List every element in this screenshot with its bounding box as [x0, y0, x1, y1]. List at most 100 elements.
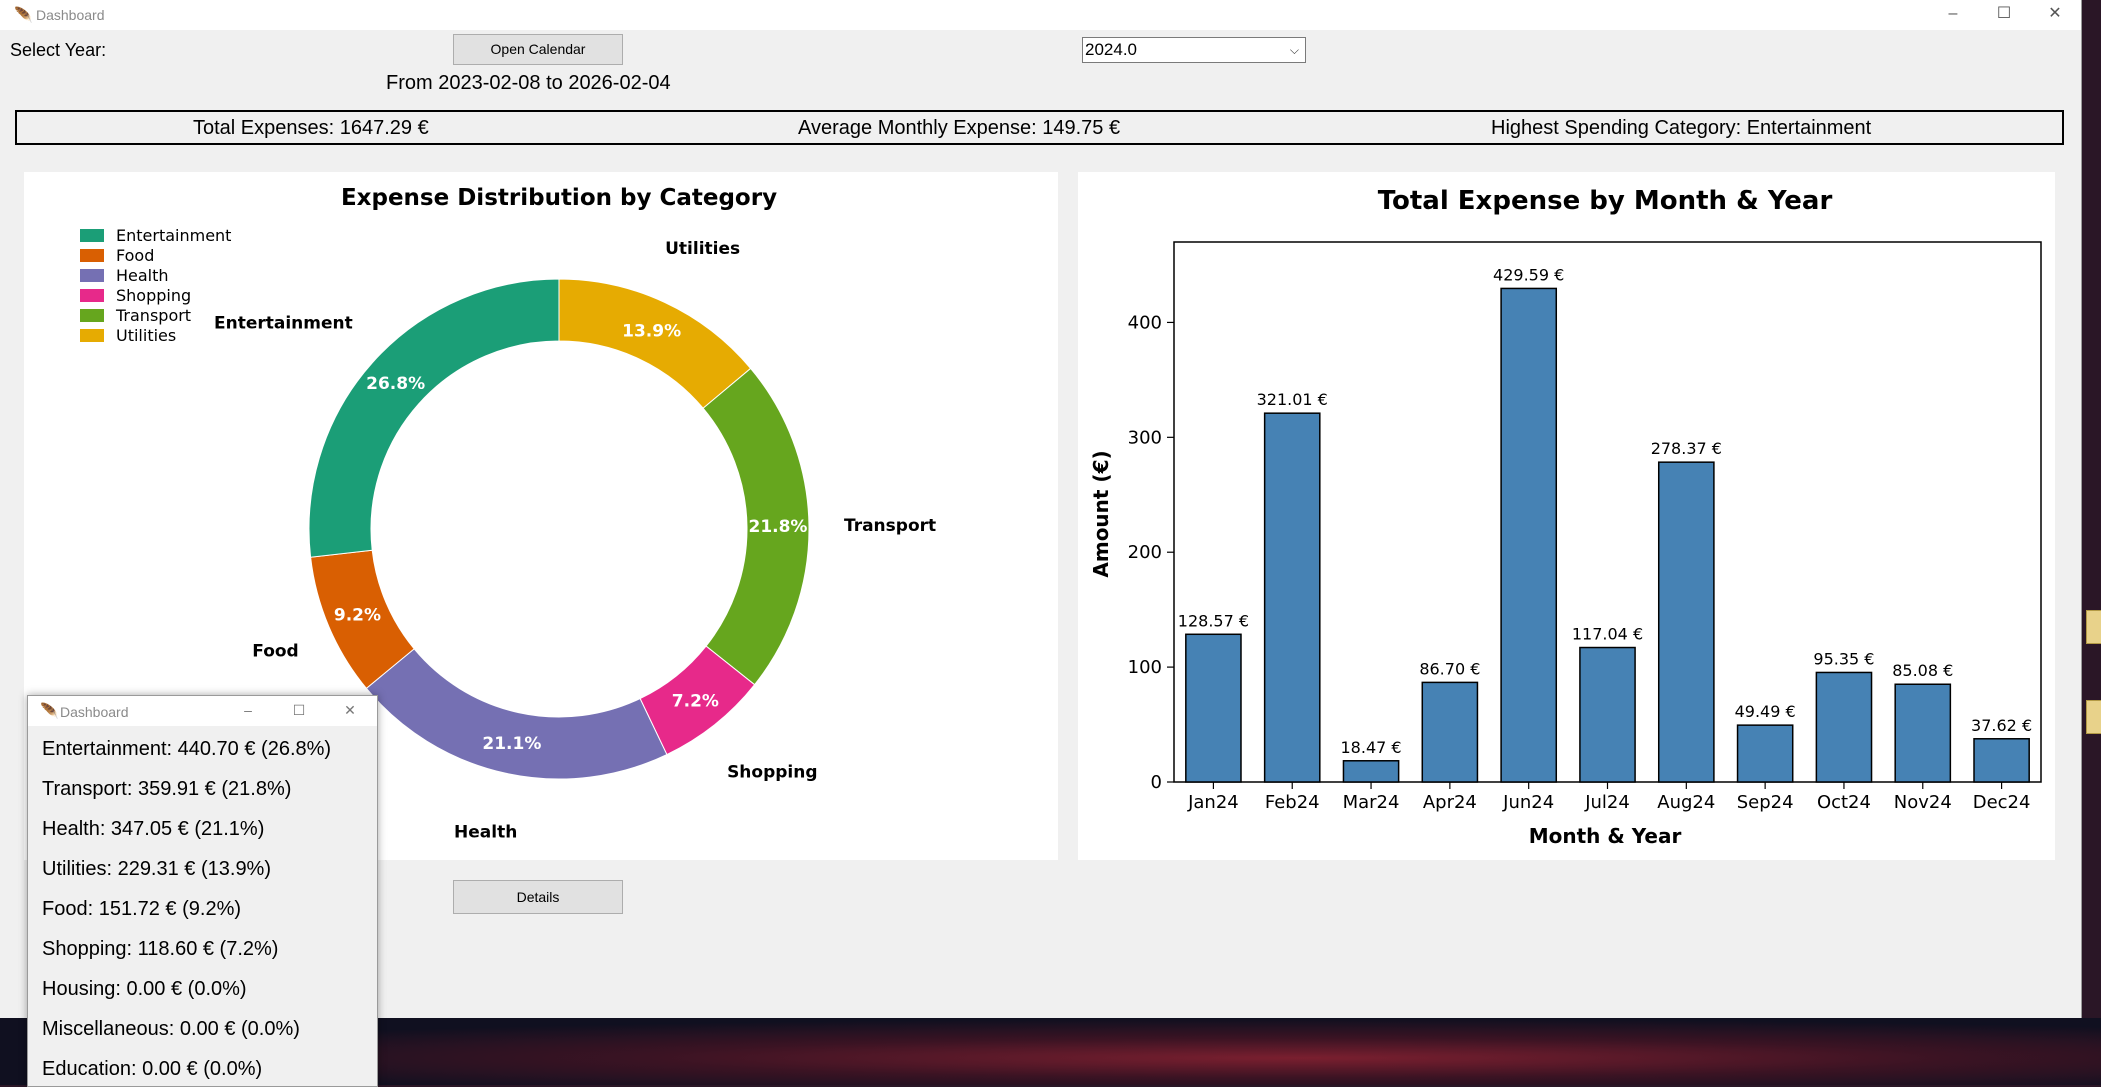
- popup-title-bar[interactable]: 🪶 Dashboard – ☐ ✕: [28, 696, 377, 726]
- desktop-file-icon[interactable]: [2086, 700, 2101, 734]
- x-tick-label: Jul24: [1584, 792, 1630, 813]
- chevron-down-icon[interactable]: ⌵: [1290, 38, 1299, 62]
- popup-minimize-button[interactable]: –: [223, 696, 273, 726]
- x-tick-label: Feb24: [1265, 792, 1320, 813]
- legend-swatch: [80, 229, 104, 242]
- bar-value-label: 117.04 €: [1572, 625, 1643, 644]
- legend-label: Entertainment: [116, 226, 231, 245]
- window-title: Dashboard: [36, 7, 105, 23]
- popup-category-line: Entertainment: 440.70 € (26.8%): [42, 738, 332, 760]
- bar: [1894, 683, 1952, 783]
- y-tick-label: 300: [1128, 427, 1162, 448]
- y-tick-label: 100: [1128, 657, 1162, 678]
- y-tick-label: 200: [1128, 542, 1162, 563]
- bar-value-label: 37.62 €: [1971, 716, 2032, 735]
- average-monthly-expense: Average Monthly Expense: 149.75 €: [798, 117, 1121, 139]
- bar: [1736, 724, 1794, 783]
- pie-slice-percent: 7.2%: [672, 691, 719, 711]
- x-tick-label: Aug24: [1657, 792, 1715, 813]
- legend-label: Utilities: [116, 326, 176, 345]
- pie-legend: EntertainmentFoodHealthShoppingTransport…: [80, 226, 231, 345]
- legend-swatch: [80, 289, 104, 302]
- select-year-label: Select Year:: [10, 40, 107, 60]
- x-tick-label: Dec24: [1973, 792, 2031, 813]
- pie-chart-title: Expense Distribution by Category: [341, 185, 777, 211]
- popup-category-line: Health: 347.05 € (21.1%): [42, 818, 265, 840]
- feather-icon: 🪶: [14, 7, 33, 24]
- close-button[interactable]: ✕: [2030, 0, 2080, 30]
- open-calendar-button[interactable]: Open Calendar: [453, 34, 623, 65]
- x-tick-label: Mar24: [1343, 792, 1400, 813]
- legend-label: Food: [116, 246, 154, 265]
- legend-swatch: [80, 309, 104, 322]
- bar-value-label: 49.49 €: [1735, 702, 1796, 721]
- pie-slice-percent: 26.8%: [366, 374, 425, 394]
- summary-bar: Total Expenses: 1647.29 € Average Monthl…: [15, 110, 2064, 145]
- pie-slice-label: Food: [252, 641, 298, 661]
- legend-swatch: [80, 329, 104, 342]
- details-popup-window: 🪶 Dashboard – ☐ ✕ Entertainment: 440.70 …: [27, 695, 378, 1087]
- pie-slice-percent: 13.9%: [622, 322, 681, 342]
- year-select[interactable]: 2024.0 ⌵: [1082, 37, 1306, 63]
- details-button[interactable]: Details: [453, 880, 623, 914]
- bar-chart-title: Total Expense by Month & Year: [1378, 186, 1833, 216]
- y-tick-label: 0: [1151, 772, 1162, 793]
- popup-category-line: Transport: 359.91 € (21.8%): [42, 778, 292, 800]
- bar-value-label: 128.57 €: [1178, 611, 1249, 630]
- total-expenses: Total Expenses: 1647.29 €: [193, 117, 429, 139]
- minimize-button[interactable]: –: [1928, 0, 1978, 30]
- bar-marks: 128.57 € 321.01 € 18.47 € 86.70 € 429.59 € 11…: [1178, 265, 2032, 783]
- bar: [1657, 461, 1715, 783]
- pie-slice-label: Entertainment: [214, 314, 353, 334]
- bar: [1421, 681, 1479, 783]
- bar: [1579, 646, 1636, 783]
- legend-label: Transport: [115, 306, 191, 325]
- bar: [1500, 287, 1558, 783]
- title-bar[interactable]: 🪶 Dashboard – ☐ ✕: [0, 0, 2081, 30]
- legend-swatch: [80, 249, 104, 262]
- x-tick-label: Sep24: [1737, 792, 1794, 813]
- year-select-value: 2024.0: [1085, 40, 1137, 59]
- pie-slice-label: Utilities: [665, 239, 740, 259]
- bar-chart-panel: Total Expense by Month & Year Month & Ye…: [1078, 172, 2055, 860]
- pie-slice-health: [365, 648, 668, 780]
- popup-maximize-button[interactable]: ☐: [274, 696, 324, 726]
- bar-chart-ylabel: Amount (€): [1089, 450, 1113, 577]
- bar-value-label: 95.35 €: [1813, 649, 1874, 668]
- desktop-file-icon[interactable]: [2086, 610, 2101, 644]
- bar-value-label: 18.47 €: [1341, 738, 1402, 757]
- pie-slice-utilities: [558, 278, 752, 409]
- x-tick-label: Nov24: [1894, 792, 1952, 813]
- bar: [1185, 633, 1242, 783]
- bar-value-label: 278.37 €: [1651, 439, 1722, 458]
- pie-slice-label: Shopping: [727, 763, 817, 783]
- bar-value-label: 429.59 €: [1493, 265, 1564, 284]
- pie-slice-percent: 21.8%: [748, 517, 807, 537]
- popup-title: Dashboard: [60, 704, 129, 720]
- y-tick-label: 400: [1128, 312, 1162, 333]
- popup-category-line: Housing: 0.00 € (0.0%): [42, 978, 247, 1000]
- bar-chart-xlabel: Month & Year: [1529, 824, 1682, 848]
- popup-category-line: Shopping: 118.60 € (7.2%): [42, 938, 279, 960]
- popup-category-line: Miscellaneous: 0.00 € (0.0%): [42, 1018, 300, 1040]
- popup-category-line: Food: 151.72 € (9.2%): [42, 898, 242, 920]
- bar: [1342, 760, 1400, 783]
- bar: [1973, 738, 2030, 783]
- bar: [1815, 671, 1873, 783]
- x-tick-label: Oct24: [1817, 792, 1871, 813]
- feather-icon: 🪶: [40, 703, 59, 720]
- pie-slice-label: Health: [454, 823, 517, 843]
- pie-slice-label: Transport: [844, 516, 936, 536]
- legend-label: Health: [116, 266, 169, 285]
- x-tick-label: Jun24: [1502, 792, 1554, 813]
- bar: [1263, 412, 1321, 783]
- bar-value-label: 85.08 €: [1892, 661, 1953, 680]
- bar-chart: Total Expense by Month & Year Month & Ye…: [1089, 186, 2042, 848]
- legend-swatch: [80, 269, 104, 282]
- date-range-text: From 2023-02-08 to 2026-02-04: [386, 72, 671, 94]
- legend-label: Shopping: [116, 286, 191, 305]
- pie-slice-percent: 9.2%: [334, 606, 381, 626]
- x-tick-label: Apr24: [1423, 792, 1477, 813]
- maximize-button[interactable]: ☐: [1979, 0, 2029, 30]
- popup-close-button[interactable]: ✕: [325, 696, 375, 726]
